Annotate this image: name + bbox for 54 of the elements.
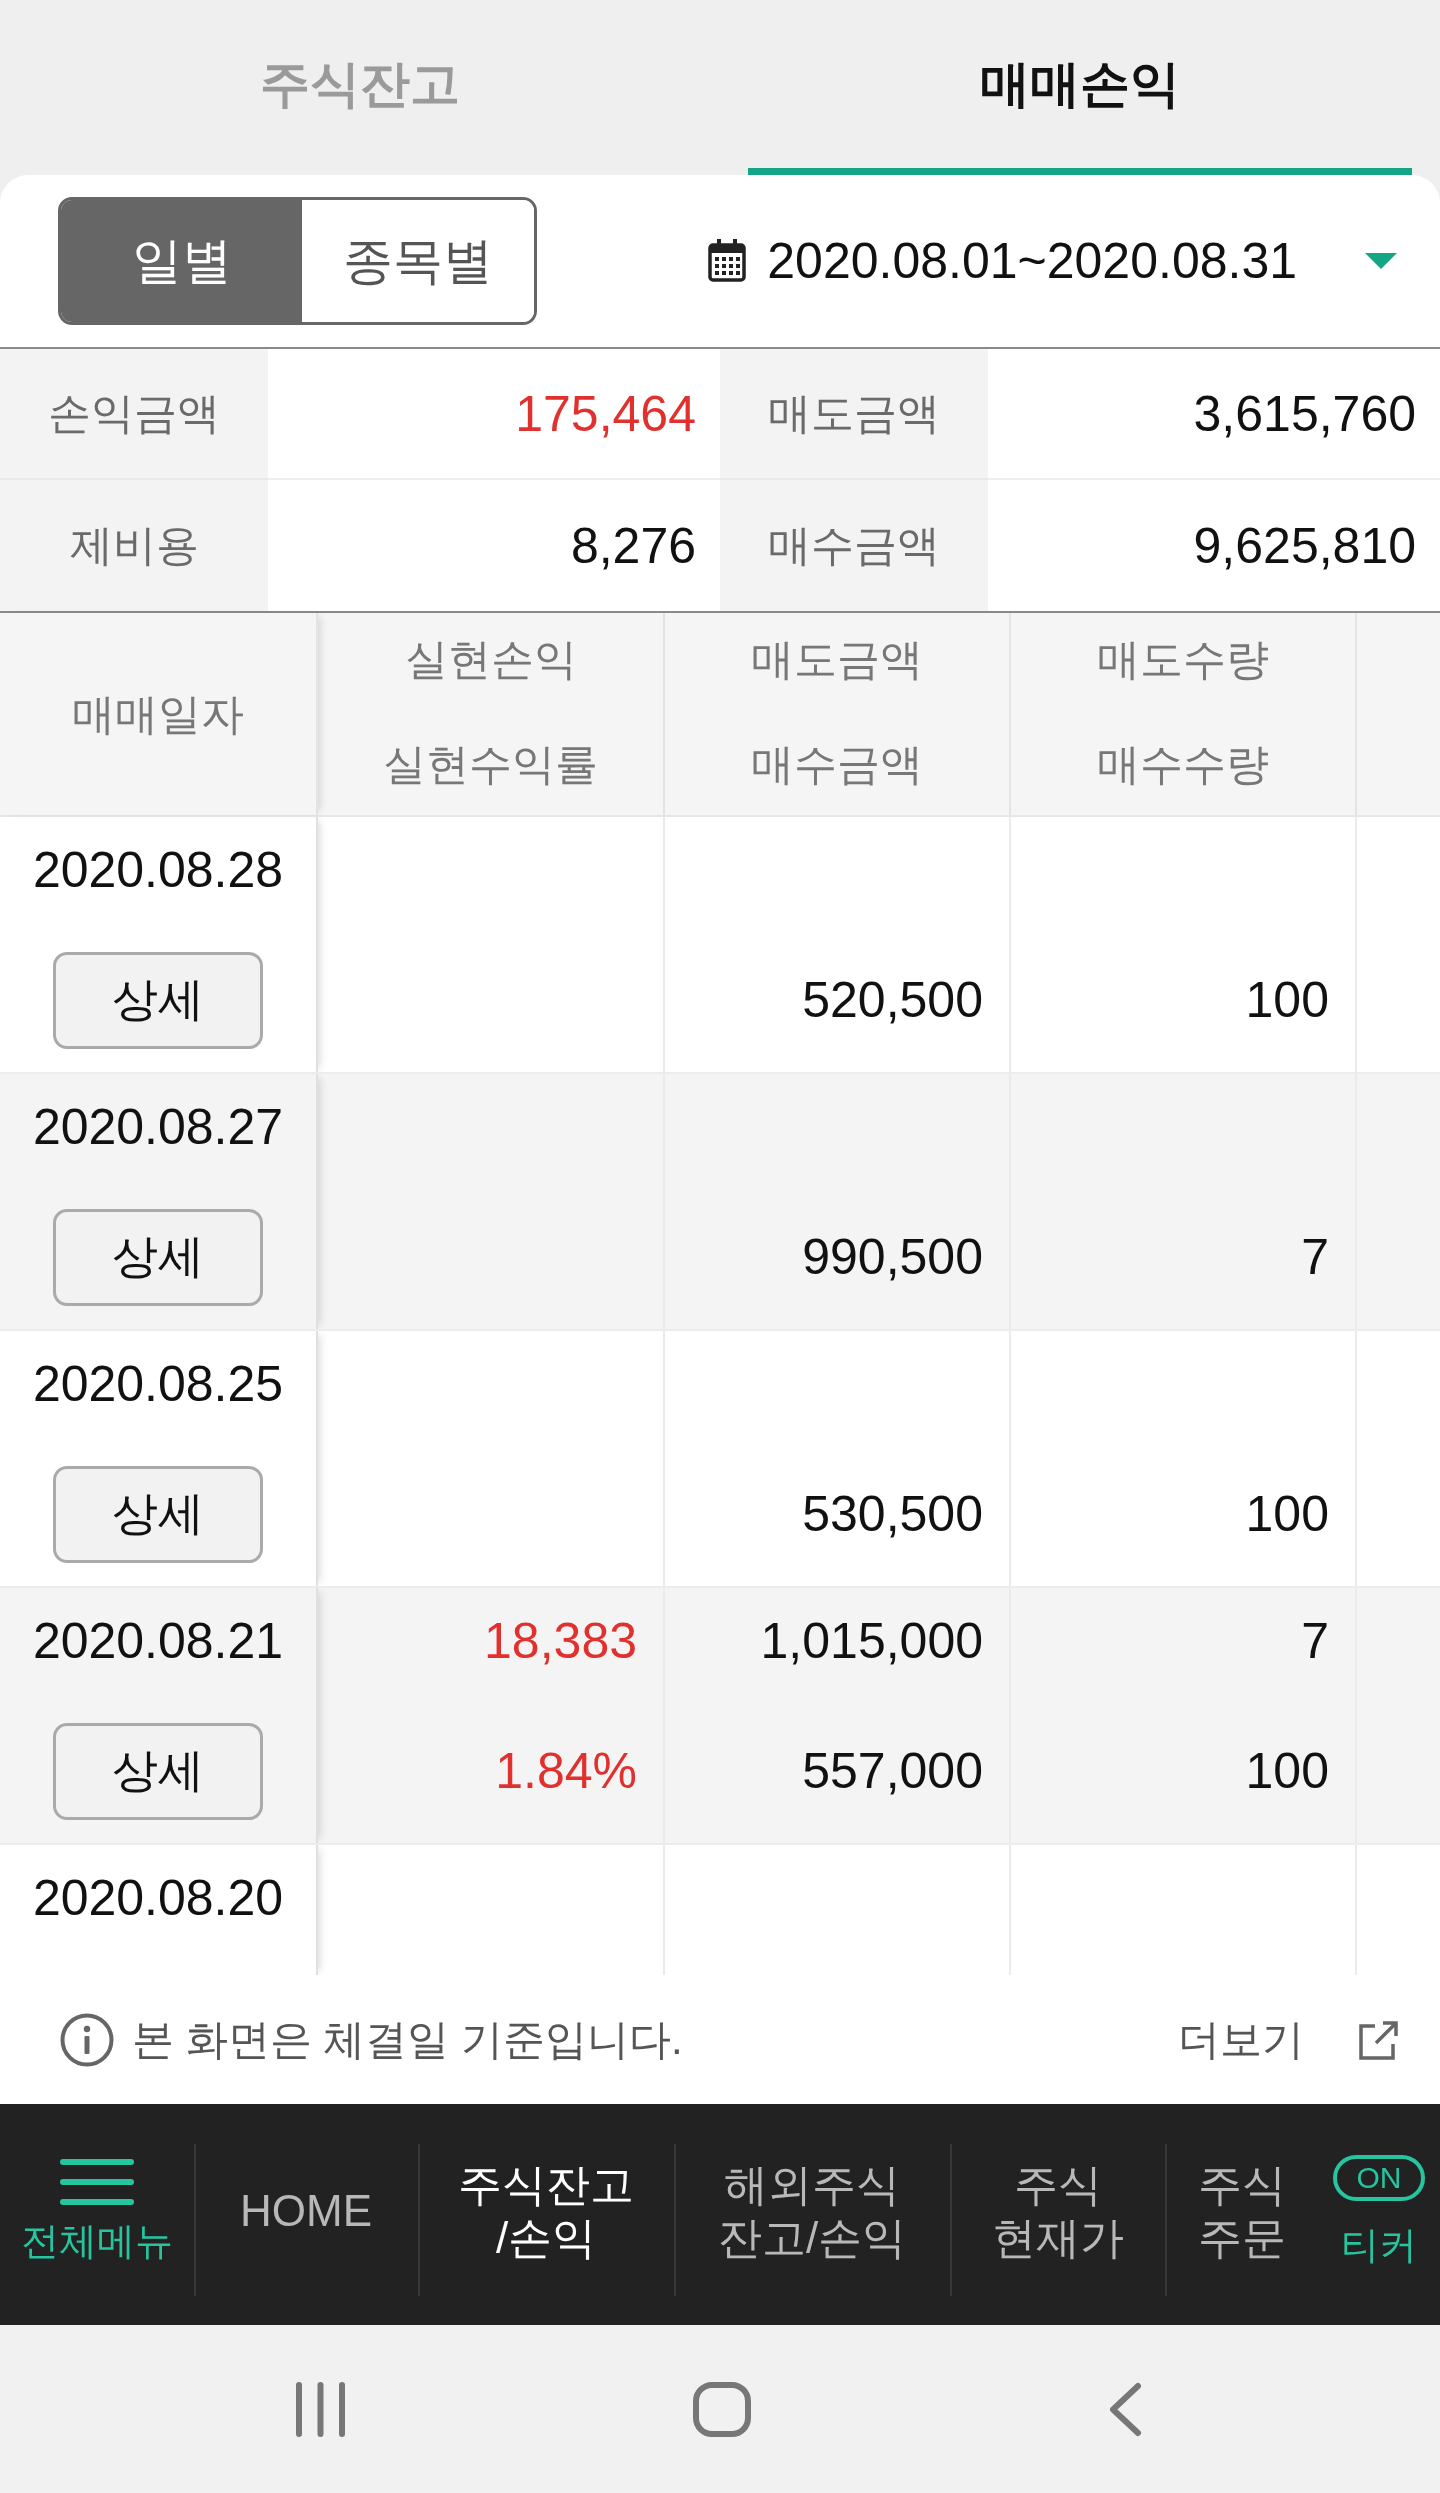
realized-return: 1.84% xyxy=(495,1742,637,1800)
buy-quantity: 100 xyxy=(1245,971,1329,1029)
sell-amount: 1,015,000 xyxy=(760,1612,983,1670)
column-header: 실현손익 xyxy=(404,634,577,685)
column-header: 매수금액 xyxy=(751,739,923,790)
summary-label: 제비용 xyxy=(0,480,268,611)
calendar-icon xyxy=(707,239,748,283)
trade-date: 2020.08.27 xyxy=(32,1098,284,1156)
nav-item[interactable]: 주식잔고 /손익 xyxy=(418,2104,674,2325)
date-range-dropdown[interactable]: 2020.08.01~2020.08.31 xyxy=(707,232,1397,290)
summary-value: 3,615,760 xyxy=(988,349,1440,480)
summary-value: 8,276 xyxy=(569,516,697,576)
trade-date: 2020.08.21 xyxy=(32,1612,284,1670)
buy-quantity: 7 xyxy=(1301,1228,1329,1286)
recent-apps-icon[interactable] xyxy=(293,2381,347,2437)
detail-button[interactable]: 상세 xyxy=(53,1208,263,1306)
view-tab[interactable]: 일별 xyxy=(61,200,302,322)
summary-value: 9,625,810 xyxy=(1192,516,1417,576)
detail-button[interactable]: 상세 xyxy=(53,951,263,1049)
detail-button[interactable]: 상세 xyxy=(53,1722,263,1820)
nav-item[interactable]: 해외주식 잔고/손익 xyxy=(674,2104,950,2325)
info-icon xyxy=(60,2012,114,2067)
notice-text: 본 화면은 체결일 기준입니다. xyxy=(132,2014,683,2065)
buy-quantity: 100 xyxy=(1245,1742,1329,1800)
trade-date: 2020.08.28 xyxy=(32,841,284,899)
buy-amount: 990,500 xyxy=(802,1228,983,1286)
nav-item[interactable]: HOME xyxy=(194,2104,418,2325)
column-header: 매도금액 xyxy=(751,634,923,685)
buy-amount: 520,500 xyxy=(802,971,983,1029)
home-icon[interactable] xyxy=(693,2381,751,2437)
buy-amount: 530,500 xyxy=(802,1485,983,1543)
caret-icon xyxy=(1365,253,1397,269)
more-link[interactable]: 더보기 xyxy=(1178,2011,1399,2068)
column-header: 매도수량 xyxy=(1097,634,1269,685)
column-header: 매매일자 xyxy=(72,689,244,740)
menu-button[interactable]: 전체메뉴 xyxy=(0,2104,194,2325)
summary-label: 손익금액 xyxy=(0,349,268,480)
summary-label: 매수금액 xyxy=(720,480,988,611)
ticker-label[interactable]: 티커 xyxy=(1341,2222,1417,2267)
sell-quantity: 7 xyxy=(1301,1612,1329,1670)
nav-item[interactable]: 주식 현재가 xyxy=(950,2104,1165,2325)
buy-quantity: 100 xyxy=(1245,1485,1329,1543)
summary-label: 매도금액 xyxy=(720,349,988,480)
detail-button[interactable]: 상세 xyxy=(53,1465,263,1563)
column-header: 실현수익률 xyxy=(383,739,598,790)
trade-date: 2020.08.25 xyxy=(32,1355,284,1413)
realized-profit: 18,383 xyxy=(484,1612,637,1670)
nav-item[interactable]: 주식 주문 xyxy=(1165,2104,1318,2325)
trade-date: 2020.08.20 xyxy=(32,1869,284,1927)
buy-amount: 557,000 xyxy=(802,1742,983,1800)
external-link-icon xyxy=(1357,2019,1399,2060)
column-header: 매수수량 xyxy=(1097,739,1269,790)
menu-icon xyxy=(60,2158,134,2205)
ticker-toggle[interactable]: ON xyxy=(1333,2154,1425,2201)
